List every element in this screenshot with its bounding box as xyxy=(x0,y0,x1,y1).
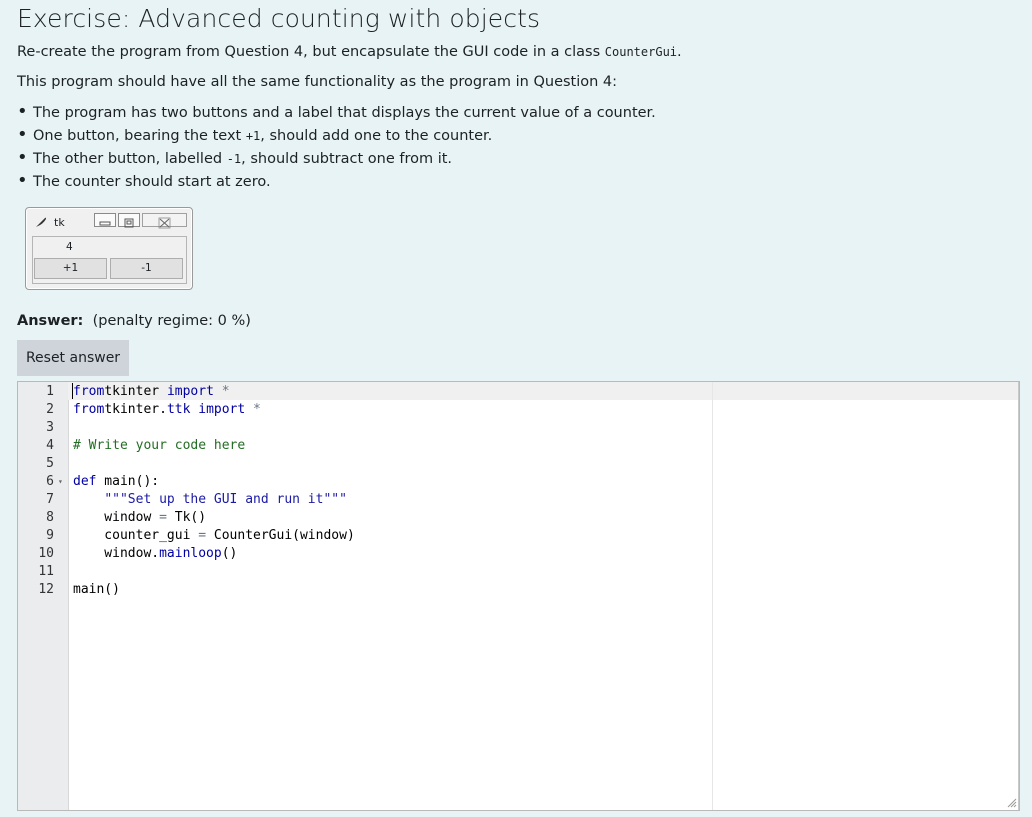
line-number: 5 xyxy=(46,456,54,471)
answer-heading: Answer: (penalty regime: 0 %) xyxy=(17,313,251,329)
inline-code: -1 xyxy=(226,152,242,166)
maximize-icon xyxy=(118,213,140,228)
editor-right-edge xyxy=(1018,382,1019,810)
list-item: The other button, labelled -1, should su… xyxy=(17,148,656,172)
requirements-list: The program has two buttons and a label … xyxy=(17,102,656,195)
code-text: """Set up the GUI and run it""" xyxy=(104,492,347,507)
class-name-code: CounterGui xyxy=(604,45,678,59)
code-text: fromtkinter import * xyxy=(73,384,230,399)
tk-window-title: tk xyxy=(54,216,65,229)
line-number: 11 xyxy=(38,564,54,579)
line-number: 2 xyxy=(46,402,54,417)
answer-label: Answer: xyxy=(17,313,84,329)
list-item-text: , should add one to the counter. xyxy=(260,128,493,144)
line-number: 12 xyxy=(38,582,54,597)
reset-answer-button[interactable]: Reset answer xyxy=(17,340,129,376)
intro-suffix: . xyxy=(677,44,682,60)
list-item: The program has two buttons and a label … xyxy=(17,102,656,126)
list-item-text: One button, bearing the text xyxy=(33,128,246,144)
code-text: def main(): xyxy=(73,474,160,489)
line-number: 6 xyxy=(46,474,54,489)
tk-titlebar: tk xyxy=(26,208,192,234)
penalty-text: (penalty regime: 0 %) xyxy=(92,313,251,329)
feather-icon xyxy=(36,217,46,227)
code-text: window = Tk() xyxy=(73,510,207,525)
list-item-text: The program has two buttons and a label … xyxy=(33,105,656,121)
tk-client-area: 4 +1 -1 xyxy=(32,236,187,284)
line-number: 8 xyxy=(46,510,54,525)
code-line[interactable]: 12 main() xyxy=(18,581,1018,599)
code-text: fromtkinter.ttk import * xyxy=(73,402,261,417)
list-item-text: , should subtract one from it. xyxy=(241,151,453,167)
minus-one-button: -1 xyxy=(110,258,183,279)
line-number: 10 xyxy=(38,546,54,561)
line-number: 4 xyxy=(46,438,54,453)
code-line[interactable]: 4 # Write your code here xyxy=(18,437,1018,455)
line-number: 9 xyxy=(46,528,54,543)
code-text: main() xyxy=(73,582,120,597)
code-line[interactable]: 7 """Set up the GUI and run it""" xyxy=(18,491,1018,509)
intro-text: Re-create the program from Question 4, b… xyxy=(17,44,605,60)
code-line[interactable]: 1 fromtkinter import * xyxy=(18,383,1018,401)
text-cursor xyxy=(72,383,73,399)
code-line[interactable]: 11 xyxy=(18,563,1018,581)
line-number: 7 xyxy=(46,492,54,507)
line-number: 3 xyxy=(46,420,54,435)
code-text: # Write your code here xyxy=(73,438,246,453)
intro-line-2: This program should have all the same fu… xyxy=(17,74,618,90)
code-editor[interactable]: 1 fromtkinter import * 2 fromtkinter.ttk im… xyxy=(17,381,1020,811)
intro-line-1: Re-create the program from Question 4, b… xyxy=(17,44,682,60)
code-line[interactable]: 9 counter_gui = CounterGui(window) xyxy=(18,527,1018,545)
code-text: window.mainloop() xyxy=(73,546,238,561)
resize-handle-icon[interactable] xyxy=(1005,796,1017,808)
close-icon xyxy=(142,213,187,229)
code-line[interactable]: 6 ▾ def main(): xyxy=(18,473,1018,491)
list-item: The counter should start at zero. xyxy=(17,171,656,195)
list-item-text: The other button, labelled xyxy=(33,151,227,167)
minimize-icon xyxy=(94,213,116,227)
code-line[interactable]: 5 xyxy=(18,455,1018,473)
counter-label: 4 xyxy=(66,241,73,253)
tk-window-example: tk 4 +1 -1 xyxy=(25,207,193,290)
line-number: 1 xyxy=(46,384,54,399)
code-line[interactable]: 3 xyxy=(18,419,1018,437)
code-text: counter_gui = CounterGui(window) xyxy=(73,528,355,543)
code-line[interactable]: 2 fromtkinter.ttk import * xyxy=(18,401,1018,419)
code-line[interactable]: 10 window.mainloop() xyxy=(18,545,1018,563)
page-title: Exercise: Advanced counting with objects xyxy=(17,4,541,33)
list-item: One button, bearing the text +1, should … xyxy=(17,125,656,149)
list-item-text: The counter should start at zero. xyxy=(33,174,271,190)
inline-code: +1 xyxy=(245,129,261,143)
plus-one-button: +1 xyxy=(34,258,107,279)
fold-toggle-icon[interactable]: ▾ xyxy=(58,473,63,491)
code-line[interactable]: 8 window = Tk() xyxy=(18,509,1018,527)
